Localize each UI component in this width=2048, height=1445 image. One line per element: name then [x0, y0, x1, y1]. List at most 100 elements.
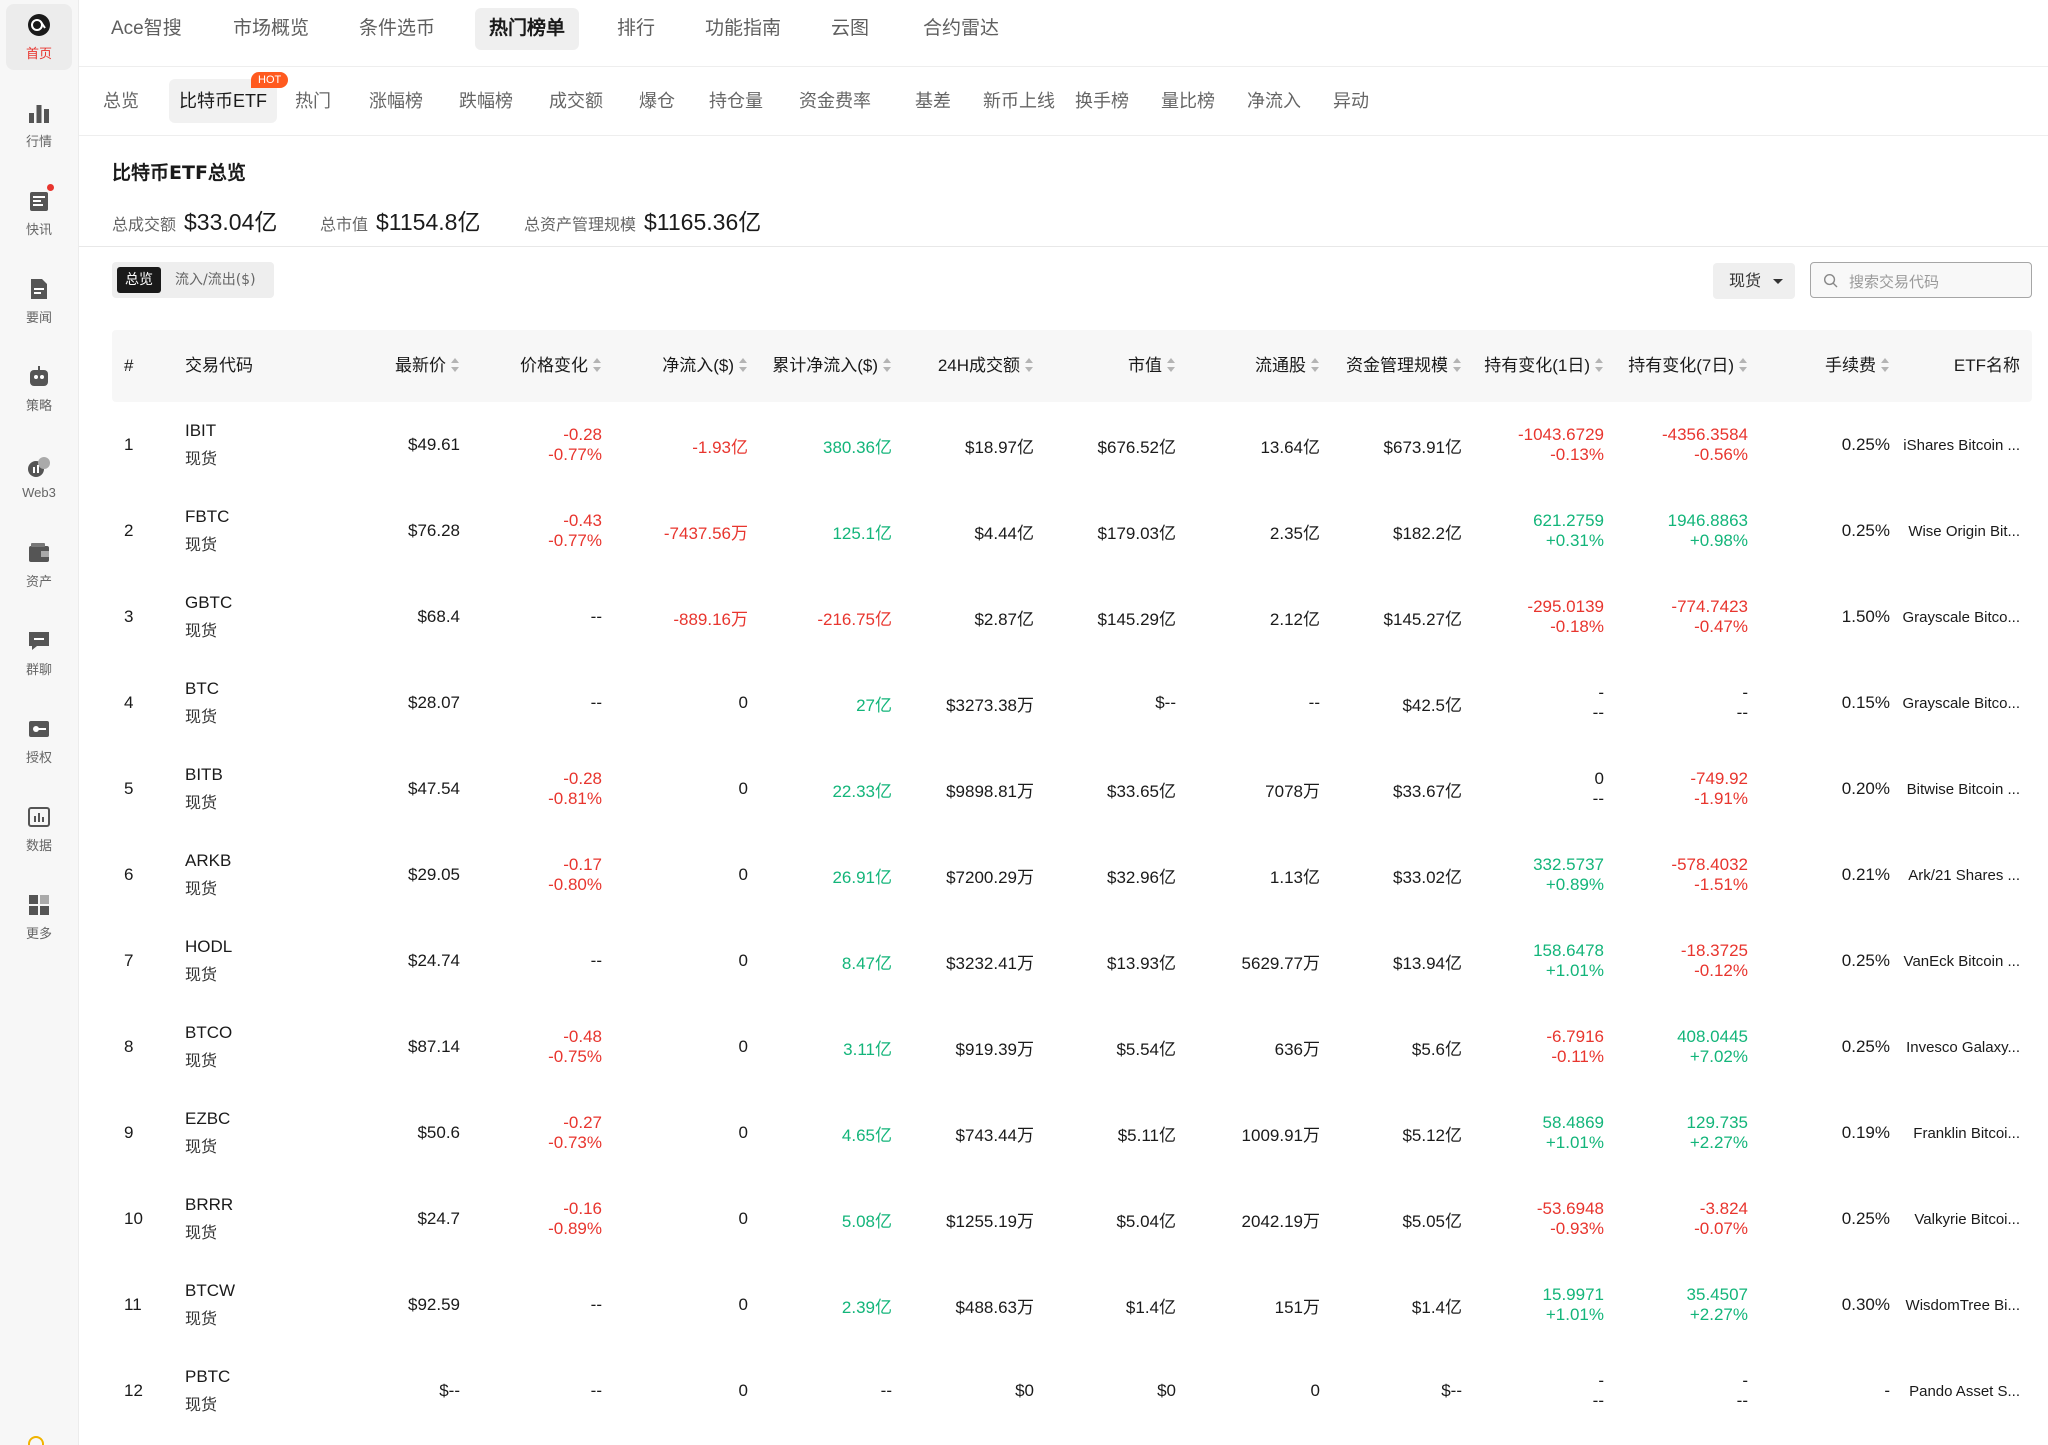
tab-1[interactable]: 市场概览: [219, 8, 323, 50]
column-header[interactable]: 累计净流入($): [756, 330, 892, 402]
column-header[interactable]: 持有变化(7日): [1614, 330, 1748, 402]
table-row[interactable]: 8 BTCO 现货 $87.14 -0.48 -0.75% 0 3.11亿 $919.39万 $5…: [0, 1004, 2020, 1090]
ticker-symbol[interactable]: BTCW: [185, 1276, 235, 1305]
column-header[interactable]: 资金管理规模: [1328, 330, 1462, 402]
ticker-symbol[interactable]: PBTC: [185, 1362, 230, 1391]
ticker-symbol[interactable]: ARKB: [185, 846, 231, 875]
subtab-10[interactable]: 新币上线: [973, 79, 1065, 123]
etf-name[interactable]: Ark/21 Shares ...: [1880, 832, 2020, 918]
table-row[interactable]: 10 BRRR 现货 $24.7 -0.16 -0.89% 0 5.08亿 $1255.19万 $…: [0, 1176, 2020, 1262]
tab-3[interactable]: 热门榜单: [475, 8, 580, 50]
market-type-select[interactable]: 现货: [1713, 263, 1795, 299]
ticker-symbol[interactable]: FBTC: [185, 502, 229, 531]
subtab-7[interactable]: 持仓量: [699, 79, 773, 123]
table-row[interactable]: 4 BTC 现货 $28.07 -- 0 27亿 $3273.38万 $-- -- $42.5亿 - -…: [0, 660, 2020, 746]
subtab-14[interactable]: 异动: [1323, 79, 1379, 123]
ticker-cell[interactable]: BTCW 现货: [185, 1262, 305, 1348]
ticker-symbol[interactable]: EZBC: [185, 1104, 230, 1133]
column-header[interactable]: 持有变化(1日): [1470, 330, 1604, 402]
ticker-cell[interactable]: FBTC 现货: [185, 488, 305, 574]
ticker-symbol[interactable]: GBTC: [185, 588, 232, 617]
ticker-cell[interactable]: GBTC 现货: [185, 574, 305, 660]
toggle-flow[interactable]: 流入/流出($): [167, 267, 264, 293]
subtab-4[interactable]: 跌幅榜: [449, 79, 523, 123]
ticker-cell[interactable]: BRRR 现货: [185, 1176, 305, 1262]
column-header[interactable]: 手续费: [1756, 330, 1890, 402]
ticker-cell[interactable]: BITB 现货: [185, 746, 305, 832]
sort-icon[interactable]: [1025, 358, 1034, 372]
feedback-icon[interactable]: [28, 1436, 44, 1445]
search-input[interactable]: [1847, 269, 2026, 295]
tab-5[interactable]: 功能指南: [691, 8, 795, 50]
etf-name[interactable]: VanEck Bitcoin ...: [1880, 918, 2020, 1004]
sort-icon[interactable]: [1167, 358, 1176, 372]
table-row[interactable]: 7 HODL 现货 $24.74 -- 0 8.47亿 $3232.41万 $13.93亿 562…: [0, 918, 2020, 1004]
ticker-cell[interactable]: HODL 现货: [185, 918, 305, 1004]
table-row[interactable]: 6 ARKB 现货 $29.05 -0.17 -0.80% 0 26.91亿 $7200.29万…: [0, 832, 2020, 918]
table-row[interactable]: 9 EZBC 现货 $50.6 -0.27 -0.73% 0 4.65亿 $743.44万 $5.…: [0, 1090, 2020, 1176]
column-header[interactable]: 价格变化: [472, 330, 602, 402]
ticker-cell[interactable]: PBTC 现货: [185, 1348, 305, 1434]
table-row[interactable]: 5 BITB 现货 $47.54 -0.28 -0.81% 0 22.33亿 $9898.81万…: [0, 746, 2020, 832]
etf-name[interactable]: Valkyrie Bitcoi...: [1880, 1176, 2020, 1262]
rail-news[interactable]: 要闻: [6, 268, 72, 334]
subtab-13[interactable]: 净流入: [1237, 79, 1311, 123]
etf-name[interactable]: Franklin Bitcoi...: [1880, 1090, 2020, 1176]
table-row[interactable]: 11 BTCW 现货 $92.59 -- 0 2.39亿 $488.63万 $1.4亿 151万 $…: [0, 1262, 2020, 1348]
ticker-symbol[interactable]: HODL: [185, 932, 232, 961]
column-header[interactable]: 流通股: [1186, 330, 1320, 402]
toggle-overview[interactable]: 总览: [117, 267, 161, 293]
subtab-0[interactable]: 总览: [93, 79, 149, 123]
table-row[interactable]: 3 GBTC 现货 $68.4 -- -889.16万 -216.75亿 $2.87亿 $145…: [0, 574, 2020, 660]
ticker-cell[interactable]: BTC 现货: [185, 660, 305, 746]
tab-7[interactable]: 合约雷达: [909, 8, 1013, 50]
ticker-cell[interactable]: ARKB 现货: [185, 832, 305, 918]
sort-icon[interactable]: [451, 358, 460, 372]
ticker-cell[interactable]: EZBC 现货: [185, 1090, 305, 1176]
etf-name[interactable]: Wise Origin Bit...: [1880, 488, 2020, 574]
sort-icon[interactable]: [1739, 358, 1748, 372]
ticker-symbol[interactable]: BITB: [185, 760, 223, 789]
subtab-2[interactable]: 热门: [285, 79, 341, 123]
sort-icon[interactable]: [883, 358, 892, 372]
rail-home[interactable]: 首页: [6, 4, 72, 70]
tab-4[interactable]: 排行: [603, 8, 669, 50]
etf-name[interactable]: Grayscale Bitco...: [1880, 660, 2020, 746]
ticker-symbol[interactable]: BTC: [185, 674, 219, 703]
tab-2[interactable]: 条件选币: [345, 8, 449, 50]
column-header[interactable]: 净流入($): [614, 330, 748, 402]
table-row[interactable]: 1 IBIT 现货 $49.61 -0.28 -0.77% -1.93亿 380.36亿 $18…: [0, 402, 2020, 488]
etf-name[interactable]: iShares Bitcoin ...: [1880, 402, 2020, 488]
tab-0[interactable]: Ace智搜: [97, 8, 196, 50]
etf-name[interactable]: Invesco Galaxy...: [1880, 1004, 2020, 1090]
subtab-5[interactable]: 成交额: [539, 79, 613, 123]
sort-icon[interactable]: [1595, 358, 1604, 372]
ticker-cell[interactable]: BTCO 现货: [185, 1004, 305, 1090]
table-row[interactable]: 2 FBTC 现货 $76.28 -0.43 -0.77% -7437.56万 125.1亿 $…: [0, 488, 2020, 574]
etf-name[interactable]: Bitwise Bitcoin ...: [1880, 746, 2020, 832]
column-header[interactable]: 最新价: [330, 330, 460, 402]
column-header[interactable]: 24H成交额: [900, 330, 1034, 402]
subtab-3[interactable]: 涨幅榜: [359, 79, 433, 123]
ticker-symbol[interactable]: IBIT: [185, 416, 216, 445]
sort-icon[interactable]: [1453, 358, 1462, 372]
rail-flash[interactable]: 快讯: [6, 180, 72, 246]
subtab-11[interactable]: 换手榜: [1065, 79, 1139, 123]
ticker-symbol[interactable]: BRRR: [185, 1190, 233, 1219]
etf-name[interactable]: Grayscale Bitco...: [1880, 574, 2020, 660]
subtab-8[interactable]: 资金费率: [789, 79, 881, 123]
ticker-symbol[interactable]: BTCO: [185, 1018, 232, 1047]
subtab-9[interactable]: 基差: [905, 79, 961, 123]
etf-name[interactable]: WisdomTree Bi...: [1880, 1262, 2020, 1348]
sort-icon[interactable]: [1311, 358, 1320, 372]
column-header[interactable]: 市值: [1042, 330, 1176, 402]
ticker-cell[interactable]: IBIT 现货: [185, 402, 305, 488]
table-row[interactable]: 12 PBTC 现货 $-- -- 0 -- $0 $0 0 $-- - -- - -- - Pando Ass…: [0, 1348, 2020, 1434]
subtab-12[interactable]: 量比榜: [1151, 79, 1225, 123]
subtab-6[interactable]: 爆仓: [629, 79, 685, 123]
sort-icon[interactable]: [593, 358, 602, 372]
etf-name[interactable]: Pando Asset S...: [1880, 1348, 2020, 1434]
search-box[interactable]: [1810, 262, 2032, 298]
sort-icon[interactable]: [739, 358, 748, 372]
tab-6[interactable]: 云图: [817, 8, 883, 50]
